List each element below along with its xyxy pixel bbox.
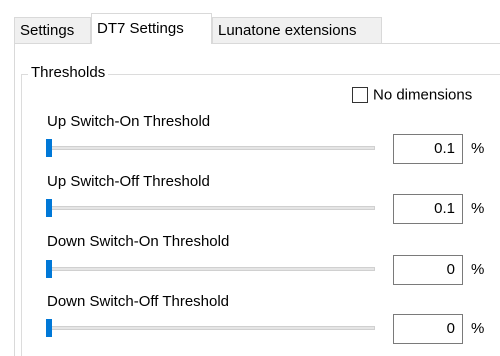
tab-lunatone-extensions[interactable]: Lunatone extensions [212,17,382,43]
up-switch-on-label: Up Switch-On Threshold [47,113,211,130]
up-switch-on-value-field[interactable]: 0.1 [393,134,463,164]
up-switch-on-slider-thumb[interactable] [46,139,52,157]
thresholds-group-title: Thresholds [28,63,109,83]
tab-settings[interactable]: Settings [14,17,91,43]
down-switch-off-slider-thumb[interactable] [46,319,52,337]
down-switch-on-label: Down Switch-On Threshold [47,233,230,250]
tab-lunatone-extensions-label: Lunatone extensions [218,22,357,39]
down-switch-off-value-field[interactable]: 0 [393,314,463,344]
up-switch-off-slider-track[interactable] [46,206,375,210]
down-switch-off-label: Down Switch-Off Threshold [47,293,230,310]
up-switch-off-label: Up Switch-Off Threshold [47,173,210,190]
down-switch-off-slider-track[interactable] [46,326,375,330]
down-switch-on-slider-track[interactable] [46,267,375,271]
up-switch-off-unit: % [471,200,485,217]
up-switch-on-slider-track[interactable] [46,146,375,150]
down-switch-off-unit: % [471,320,485,337]
no-dimensions-label: No dimensions [373,86,473,104]
up-switch-off-slider-thumb[interactable] [46,199,52,217]
down-switch-on-unit: % [471,261,485,278]
down-switch-on-slider-thumb[interactable] [46,260,52,278]
tab-strip: Settings DT7 Settings Lunatone extension… [14,13,500,44]
tab-dt7-settings-label: DT7 Settings [97,20,184,37]
no-dimensions-checkbox[interactable]: No dimensions [352,86,472,106]
up-switch-off-value-field[interactable]: 0.1 [393,194,463,224]
tab-dt7-settings[interactable]: DT7 Settings [91,13,212,44]
down-switch-on-value-field[interactable]: 0 [393,255,463,285]
no-dimensions-checkbox-box[interactable] [352,87,368,104]
up-switch-on-unit: % [471,140,485,157]
tab-settings-label: Settings [20,22,75,39]
